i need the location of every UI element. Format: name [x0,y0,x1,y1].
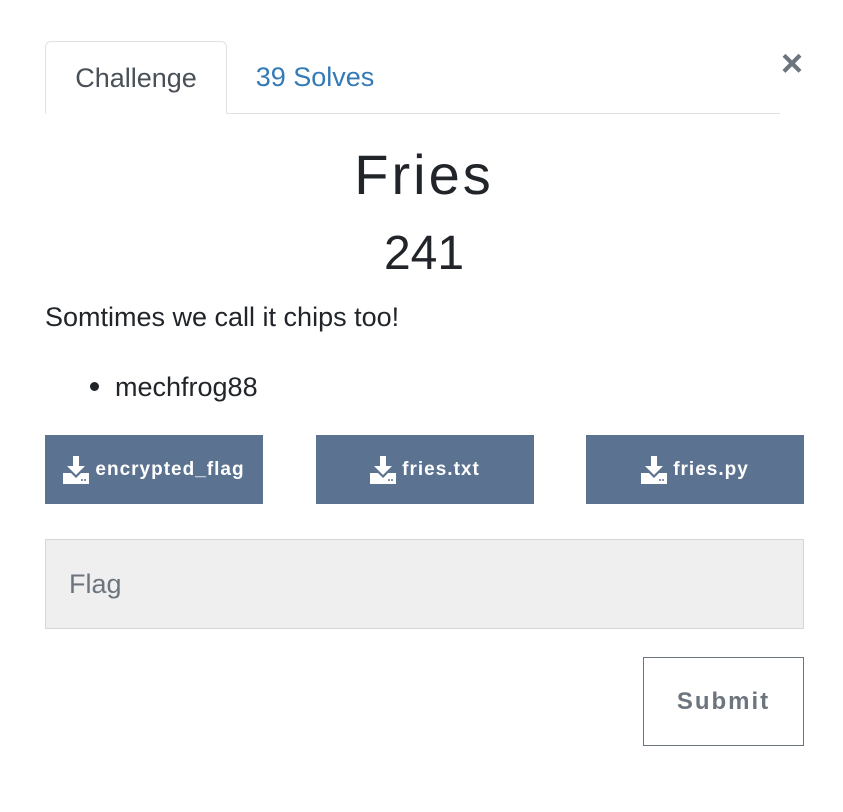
challenge-points: 241 [383,227,465,280]
flag-input[interactable] [45,539,804,629]
close-icon: × [780,43,804,85]
submit-button[interactable]: Submit [643,657,804,746]
tab-challenge[interactable]: Challenge [45,41,227,114]
download-icon [370,455,397,484]
tab-solves[interactable]: 39 Solves [227,41,403,113]
challenge-title: Fries [354,143,494,206]
download-file-button[interactable]: encrypted_flag [45,435,263,504]
file-label: fries.txt [402,458,480,480]
download-icon [641,455,668,484]
list-bullet [90,382,99,391]
challenge-description: Somtimes we call it chips too! [45,302,400,332]
close-button[interactable]: × [774,44,810,84]
download-file-button[interactable]: fries.txt [316,435,534,504]
challenge-modal: Challenge 39 Solves × Fries 241 Somtimes… [0,0,843,812]
download-icon [63,455,90,484]
file-label: fries.py [673,458,749,480]
author-list-item: mechfrog88 [115,372,258,402]
download-file-button[interactable]: fries.py [586,435,804,504]
file-label: encrypted_flag [95,458,245,480]
challenge-tabs: Challenge 39 Solves [45,41,780,114]
